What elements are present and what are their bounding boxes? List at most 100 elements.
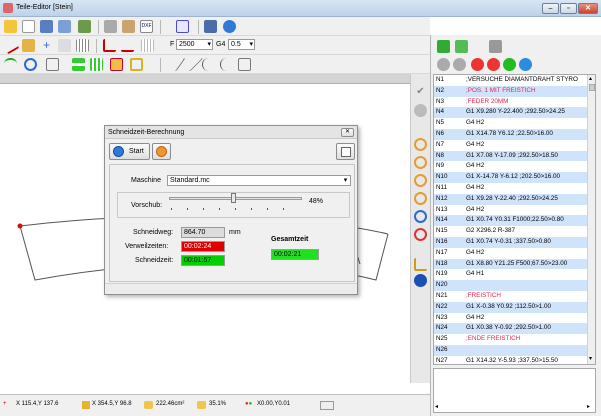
pencil-icon[interactable] xyxy=(22,39,35,52)
dotted-grid-icon[interactable] xyxy=(141,39,154,52)
scroll-up-icon[interactable]: ▴ xyxy=(589,75,592,82)
back-icon[interactable] xyxy=(453,58,466,71)
grid-icon[interactable] xyxy=(76,39,89,52)
nc-code-list[interactable]: N1 ;VERSUCHE DIAMANTDRAHT STYRO N2 ;POS. 1 … xyxy=(433,74,596,365)
nc-line[interactable]: N14 G1 X0.74 Y0.31 F1000;22.50>0.80 xyxy=(434,215,587,227)
bars-icon[interactable] xyxy=(90,58,103,71)
nc-line[interactable]: N12 G1 X9.28 Y-22.40 ;292.50>24.25 xyxy=(434,193,587,205)
import-icon[interactable] xyxy=(78,20,91,33)
nc-line[interactable]: N26 xyxy=(434,345,587,356)
output-box[interactable]: ◂ ▸ xyxy=(433,368,596,413)
nc-line[interactable]: N22 G1 X-0.38 Y0.92 ;112.50>1.00 xyxy=(434,301,587,313)
nc-line[interactable]: N9 G4 H2 xyxy=(434,161,587,172)
printer-icon[interactable] xyxy=(489,40,502,53)
nc-line[interactable]: N16 G1 X0.74 Y-0.31 ;337.50>0.80 xyxy=(434,237,587,248)
minimize-button[interactable]: – xyxy=(542,3,559,14)
scroll-down-icon[interactable]: ▾ xyxy=(589,355,592,362)
minus-icon[interactable] xyxy=(487,58,500,71)
edit-button[interactable] xyxy=(336,143,355,160)
add-line-icon[interactable] xyxy=(437,40,450,53)
nc-scrollbar[interactable]: ▴ ▾ xyxy=(587,75,595,364)
rotate-icon[interactable] xyxy=(24,58,37,71)
start-button[interactable]: Start xyxy=(109,143,150,160)
origin-icon[interactable] xyxy=(414,258,427,271)
nc-line-text: G1 X0.38 Y-0.92 ;292.50>1.00 xyxy=(466,324,551,332)
add-block-icon[interactable] xyxy=(455,40,468,53)
record-icon[interactable] xyxy=(471,58,484,71)
nc-line[interactable]: N10 G1 X-14.78 Y-6.12 ;202.50>16.00 xyxy=(434,172,587,183)
clipboard-icon[interactable] xyxy=(122,20,135,33)
feed-select[interactable]: 2500 ▾ xyxy=(176,39,213,50)
zoom-window-icon[interactable] xyxy=(414,156,427,169)
nc-line-number: N2 xyxy=(436,86,445,94)
zoom-fit-icon[interactable] xyxy=(414,210,427,223)
nc-line[interactable]: N24 G1 X0.38 Y-0.92 ;292.50>1.00 xyxy=(434,323,587,335)
sequence-icon[interactable] xyxy=(176,20,189,33)
scroll-right-icon[interactable]: ▸ xyxy=(587,403,590,410)
nc-line[interactable]: N27 G1 X14.32 Y-5.93 ;337.50>15.50 xyxy=(434,356,587,364)
start-point[interactable] xyxy=(17,223,23,229)
nc-line[interactable]: N23 G4 H2 xyxy=(434,313,587,324)
nc-line[interactable]: N1 ;VERSUCHE DIAMANTDRAHT STYRO xyxy=(434,75,587,86)
machine-icon[interactable] xyxy=(204,20,217,33)
nc-line[interactable]: N15 G2 X296.2 R-387 xyxy=(434,226,587,237)
box-icon[interactable] xyxy=(110,58,123,71)
save-as-icon[interactable] xyxy=(58,20,71,33)
zoom-plus-icon[interactable] xyxy=(414,174,427,187)
frame-icon[interactable] xyxy=(130,58,143,71)
scroll-thumb[interactable] xyxy=(589,84,595,91)
dxf-icon[interactable]: DXF xyxy=(140,20,153,33)
check-icon[interactable]: ✔ xyxy=(414,86,427,99)
xy-icon[interactable] xyxy=(220,58,233,71)
nc-line[interactable]: N19 G4 H1 xyxy=(434,269,587,280)
nc-line[interactable]: N5 G4 H2 xyxy=(434,118,587,129)
stop-icon[interactable] xyxy=(414,104,427,117)
zoom-minus-icon[interactable] xyxy=(414,192,427,205)
arc-icon[interactable] xyxy=(202,58,215,71)
close-button[interactable]: ✕ xyxy=(578,3,598,14)
nc-line[interactable]: N6 G1 X14.78 Y6.12 ;22.50>16.00 xyxy=(434,129,587,140)
path-icon[interactable] xyxy=(121,39,134,52)
contour-icon[interactable] xyxy=(4,58,17,71)
magic-icon[interactable] xyxy=(58,39,71,52)
g4-select[interactable]: 0.5 ▾ xyxy=(228,39,255,50)
dialog-close-button[interactable]: ✕ xyxy=(341,128,354,137)
nc-line[interactable]: N2 ;POS. 1 MIT FREISTICH xyxy=(434,85,587,97)
nc-line[interactable]: N7 G4 H2 xyxy=(434,140,587,151)
maximize-button[interactable]: ▫ xyxy=(560,3,577,14)
nc-line[interactable]: N13 G4 H2 xyxy=(434,205,587,216)
nc-line[interactable]: N11 G4 H2 xyxy=(434,183,587,194)
open-icon[interactable] xyxy=(4,20,17,33)
scroll-left-icon[interactable]: ◂ xyxy=(435,403,438,410)
align-icon[interactable] xyxy=(72,58,85,71)
nc-line[interactable]: N8 G1 X7.08 Y-17.09 ;292.50>18.50 xyxy=(434,150,587,162)
new-icon[interactable] xyxy=(22,20,35,33)
pan-icon[interactable] xyxy=(414,228,427,241)
g4-icon[interactable] xyxy=(238,58,251,71)
cross-icon[interactable]: + xyxy=(40,39,53,52)
nc-line[interactable]: N4 G1 X9.280 Y-22.400 ;292.50>24.25 xyxy=(434,107,587,119)
machine-select[interactable]: Standard.mc ▾ xyxy=(167,175,351,186)
nc-line[interactable]: N17 G4 H2 xyxy=(434,248,587,259)
nc-line[interactable]: N18 G1 X8.80 Y21.25 F500;67.50>23.00 xyxy=(434,258,587,270)
nc-line-text: ;POS. 1 MIT FREISTICH xyxy=(466,86,536,94)
step-back-icon[interactable] xyxy=(437,58,450,71)
axis-icon[interactable] xyxy=(103,39,116,52)
save-icon[interactable] xyxy=(40,20,53,33)
feed-slider-thumb[interactable] xyxy=(230,193,236,203)
nc-line[interactable]: N21 ;FREISTICH xyxy=(434,291,587,302)
zoom-in-icon[interactable] xyxy=(414,138,427,151)
line-icon[interactable] xyxy=(1,36,20,55)
machine-label: Maschine xyxy=(131,177,161,184)
nc-line[interactable]: N20 xyxy=(434,280,587,291)
forward-icon[interactable] xyxy=(519,58,532,71)
cut-path-unit: mm xyxy=(229,229,241,236)
nc-line[interactable]: N25 ;ENDE FREISTICH xyxy=(434,334,587,345)
mirror-icon[interactable] xyxy=(46,58,59,71)
timer-icon[interactable] xyxy=(223,20,236,33)
print-icon[interactable] xyxy=(104,20,117,33)
info-icon[interactable] xyxy=(414,274,427,287)
play-icon[interactable] xyxy=(503,58,516,71)
cancel-button[interactable] xyxy=(152,143,171,160)
nc-line[interactable]: N3 ;FEDER 20MM xyxy=(434,97,587,108)
